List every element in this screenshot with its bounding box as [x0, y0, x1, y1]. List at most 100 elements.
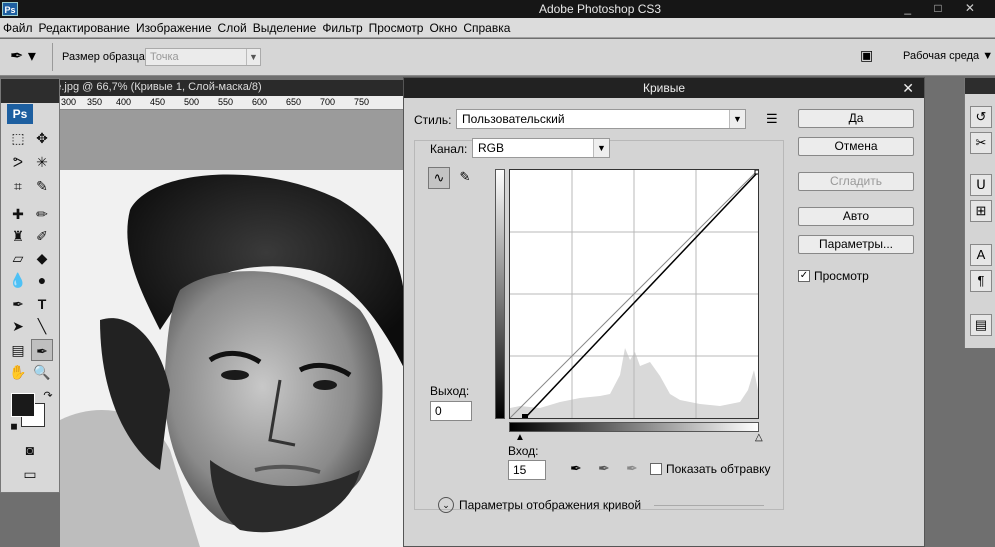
menu-filter[interactable]: Фильтр — [319, 18, 365, 35]
divider — [654, 505, 764, 506]
pencil-draw-curve-icon[interactable]: ✎ — [454, 167, 476, 189]
foreground-color-swatch-top[interactable] — [11, 393, 35, 417]
sample-size-value: Точка — [150, 51, 179, 63]
tools-ps-logo-icon: Ps — [7, 104, 33, 124]
menu-file[interactable]: Файл — [0, 18, 36, 35]
preview-checkbox[interactable]: ✓ — [798, 270, 810, 282]
input-gradient-bar — [509, 422, 759, 432]
sample-size-label: Размер образца: — [62, 51, 148, 63]
character-panel-icon[interactable]: A — [970, 244, 992, 266]
magic-wand-tool-icon[interactable]: ✳ — [31, 151, 53, 173]
menu-select[interactable]: Выделение — [250, 18, 320, 35]
eyedropper-tool-icon[interactable]: ✒ — [31, 339, 53, 361]
canvas-background — [60, 110, 405, 170]
document-image[interactable] — [60, 170, 405, 547]
lasso-tool-icon[interactable]: ᕗ — [7, 151, 29, 173]
menu-view[interactable]: Просмотр — [366, 18, 427, 35]
style-value: Пользовательский — [462, 112, 565, 126]
right-panel-dock: ↺ ✂ ꓴ ⊞ A ¶ ▤ — [964, 78, 995, 348]
expand-chevron-icon[interactable]: ⌄ — [438, 497, 454, 513]
dodge-tool-icon[interactable]: ● — [31, 269, 53, 291]
app-title: Adobe Photoshop CS3 — [538, 2, 662, 16]
blur-tool-icon[interactable]: 💧 — [7, 269, 29, 291]
white-eyedropper-icon[interactable]: ✒ — [626, 460, 638, 477]
clone-stamp-tool-icon[interactable]: ♜ — [7, 225, 29, 247]
actions-panel-icon[interactable]: ✂ — [970, 132, 992, 154]
dialog-title: Кривые — [642, 81, 686, 95]
tools-panel: Ps ⬚ ✥ ᕗ ✳ ⌗ ✎ ✚ ✏ ♜ ✐ ▱ ◆ 💧 ● ✒ T ➤ ╲ ▤… — [0, 78, 60, 493]
menu-layer[interactable]: Слой — [215, 18, 250, 35]
output-field[interactable]: 0 — [430, 401, 472, 421]
tools-panel-header[interactable] — [1, 79, 59, 103]
chevron-down-icon: ▼ — [246, 49, 260, 65]
ok-button[interactable]: Да — [798, 109, 914, 128]
eyedropper-tool-preset-icon[interactable]: ✒ ▾ — [10, 46, 46, 68]
quick-mask-icon[interactable]: ◙ — [19, 439, 41, 461]
brush-tool-icon[interactable]: ✏ — [31, 203, 53, 225]
style-select[interactable]: Пользовательский ▼ — [456, 109, 746, 129]
notes-tool-icon[interactable]: ▤ — [7, 339, 29, 361]
type-tool-icon[interactable]: T — [31, 293, 53, 315]
swap-colors-icon[interactable]: ↷ — [37, 385, 59, 407]
paint-bucket-tool-icon[interactable]: ◆ — [31, 247, 53, 269]
horizontal-ruler: 300 350 400 450 500 550 600 650 700 750 — [60, 96, 405, 110]
show-clipping-checkbox[interactable] — [650, 463, 662, 475]
options-bar: ✒ ▾ Размер образца: Точка ▼ ▣ Рабочая ср… — [0, 39, 995, 76]
document-tab[interactable]: Jamie.jpg @ 66,7% (Кривые 1, Слой-маска/… — [0, 80, 405, 96]
dock-header[interactable] — [965, 78, 995, 94]
pen-tool-icon[interactable]: ✒ — [7, 293, 29, 315]
output-label: Выход: — [430, 384, 470, 398]
chevron-down-icon: ▼ — [729, 110, 745, 128]
auto-button[interactable]: Авто — [798, 207, 914, 226]
curve-edit-points-icon[interactable]: ∿ — [428, 167, 450, 189]
bridge-icon[interactable]: ▣ — [860, 47, 884, 67]
window-controls[interactable]: _ □ ✕ — [904, 1, 985, 15]
options-button[interactable]: Параметры... — [798, 235, 914, 254]
brushes-panel-icon[interactable]: ꓴ — [970, 174, 992, 196]
default-colors-icon[interactable]: ◼ — [3, 415, 25, 437]
layer-comps-panel-icon[interactable]: ▤ — [970, 314, 992, 336]
white-point-slider[interactable]: △ — [755, 432, 763, 443]
cancel-button[interactable]: Отмена — [798, 137, 914, 156]
screen-mode-icon[interactable]: ▭ — [19, 463, 41, 485]
preview-label: Просмотр — [814, 269, 869, 283]
gray-eyedropper-icon[interactable]: ✒ — [598, 460, 610, 477]
menu-edit[interactable]: Редактирование — [36, 18, 133, 35]
eraser-tool-icon[interactable]: ▱ — [7, 247, 29, 269]
chevron-down-icon: ▼ — [593, 139, 609, 157]
crop-tool-icon[interactable]: ⌗ — [7, 175, 29, 197]
menu-bar: Файл Редактирование Изображение Слой Выделен… — [0, 18, 995, 38]
show-clipping-label: Показать обтравку — [666, 462, 771, 476]
menu-image[interactable]: Изображение — [133, 18, 215, 35]
input-field[interactable]: 15 — [508, 460, 546, 480]
zoom-tool-icon[interactable]: 🔍 — [31, 361, 53, 383]
close-icon[interactable]: ✕ — [902, 78, 914, 98]
move-tool-icon[interactable]: ✥ — [31, 127, 53, 149]
dialog-titlebar[interactable]: Кривые ✕ — [404, 78, 924, 98]
hand-tool-icon[interactable]: ✋ — [7, 361, 29, 383]
path-selection-tool-icon[interactable]: ➤ — [7, 315, 29, 337]
sample-size-select[interactable]: Точка ▼ — [145, 48, 261, 66]
menu-window[interactable]: Окно — [426, 18, 460, 35]
curves-dialog: Кривые ✕ Стиль: Пользовательский ▼ ☰ Кан… — [403, 77, 925, 547]
history-brush-tool-icon[interactable]: ✐ — [31, 225, 53, 247]
preset-options-icon[interactable]: ☰ — [766, 111, 778, 127]
output-gradient-bar — [495, 169, 505, 419]
curve-display-options-label[interactable]: Параметры отображения кривой — [459, 498, 641, 512]
slice-tool-icon[interactable]: ✎ — [31, 175, 53, 197]
history-panel-icon[interactable]: ↺ — [970, 106, 992, 128]
channel-select[interactable]: RGB ▼ — [472, 138, 610, 158]
healing-brush-tool-icon[interactable]: ✚ — [7, 203, 29, 225]
smooth-button[interactable]: Сгладить — [798, 172, 914, 191]
black-eyedropper-icon[interactable]: ✒ — [570, 460, 582, 477]
curves-graph[interactable] — [509, 169, 760, 420]
photoshop-logo-icon: Ps — [2, 2, 18, 16]
marquee-tool-icon[interactable]: ⬚ — [7, 127, 29, 149]
black-point-slider[interactable]: ▲ — [515, 432, 525, 443]
line-tool-icon[interactable]: ╲ — [31, 315, 53, 337]
paragraph-panel-icon[interactable]: ¶ — [970, 270, 992, 292]
style-label: Стиль: — [414, 113, 452, 127]
workspace-menu[interactable]: Рабочая среда ▼ — [903, 50, 993, 62]
menu-help[interactable]: Справка — [460, 18, 513, 35]
clone-source-panel-icon[interactable]: ⊞ — [970, 200, 992, 222]
